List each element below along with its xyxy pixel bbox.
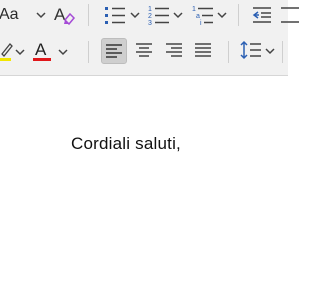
highlighter-chevron-down-icon[interactable] [13, 45, 27, 59]
svg-text:1: 1 [192, 6, 196, 13]
align-right-icon[interactable] [166, 43, 182, 57]
separator [238, 4, 239, 26]
change-case-chevron-down-icon[interactable] [34, 8, 48, 22]
svg-text:3: 3 [148, 20, 152, 27]
justify-icon[interactable] [195, 43, 211, 57]
separator [88, 4, 89, 26]
font-color-chevron-down-icon[interactable] [56, 45, 70, 59]
font-color-letter: A [35, 40, 47, 59]
align-center-icon[interactable] [136, 43, 152, 57]
document-body-text[interactable]: Cordiali saluti, [71, 134, 181, 154]
numbered-list-chevron-down-icon[interactable] [171, 8, 185, 22]
separator [228, 41, 229, 63]
decrease-indent-icon[interactable] [252, 5, 272, 25]
font-color-button[interactable]: A [32, 40, 54, 64]
increase-indent-icon[interactable] [280, 5, 300, 25]
separator [88, 41, 89, 63]
bullet-list-icon[interactable] [104, 5, 126, 25]
numbered-list-icon[interactable]: 1 2 3 [148, 3, 170, 27]
clear-formatting-icon[interactable]: A [53, 3, 77, 27]
document-page[interactable] [0, 77, 288, 288]
multilevel-list-chevron-down-icon[interactable] [215, 8, 229, 22]
svg-text:i: i [200, 20, 202, 27]
align-left-icon [106, 44, 122, 58]
svg-text:2: 2 [148, 13, 152, 20]
svg-text:A: A [54, 5, 66, 24]
change-case-label: Aa [0, 6, 19, 23]
bullet-list-chevron-down-icon[interactable] [128, 8, 142, 22]
multilevel-list-icon[interactable]: 1 a i [192, 3, 214, 27]
change-case-button[interactable]: Aa [0, 4, 19, 26]
line-spacing-icon[interactable] [240, 40, 262, 60]
ribbon-toolbar: Aa A 1 2 3 1 a i A [0, 0, 299, 76]
highlighter-icon[interactable] [0, 40, 14, 64]
align-left-button[interactable] [101, 38, 127, 64]
svg-text:a: a [196, 13, 200, 20]
separator [282, 41, 283, 63]
line-spacing-chevron-down-icon[interactable] [263, 44, 277, 58]
svg-text:1: 1 [148, 6, 152, 13]
font-color-swatch [33, 58, 51, 61]
